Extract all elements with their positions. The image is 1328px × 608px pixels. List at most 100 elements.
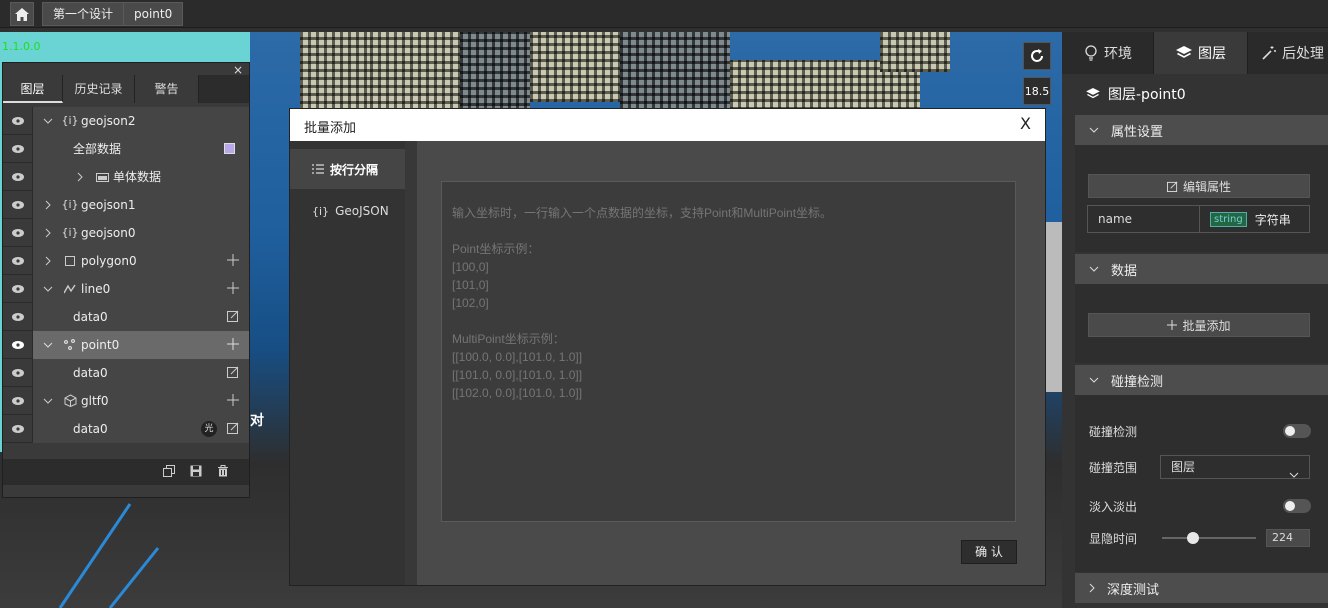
- tab-warnings[interactable]: 警告: [135, 75, 199, 103]
- collision-range-select[interactable]: 图层: [1160, 455, 1310, 479]
- visibility-toggle[interactable]: [3, 274, 33, 303]
- confirm-button[interactable]: 确 认: [961, 540, 1017, 564]
- chevron-right-icon: [1089, 583, 1095, 593]
- edit-properties-button[interactable]: 编辑属性: [1088, 174, 1310, 198]
- layer-row-all-data[interactable]: 全部数据: [3, 134, 249, 163]
- mode-geojson[interactable]: {i} GeoJSON: [290, 191, 405, 231]
- light-badge[interactable]: 光: [201, 420, 217, 437]
- chevron-down-icon[interactable]: [41, 118, 55, 124]
- layer-row-data0[interactable]: data0: [3, 358, 249, 387]
- copy-icon[interactable]: [163, 465, 175, 480]
- geojson-icon: {i}: [312, 204, 330, 218]
- dialog-close-button[interactable]: X: [1020, 114, 1031, 133]
- scene-blue-lines: [58, 503, 160, 608]
- section-properties[interactable]: 属性设置: [1075, 115, 1328, 145]
- eye-icon: [11, 424, 24, 433]
- visibility-toggle[interactable]: [3, 218, 33, 247]
- top-bar: 第一个设计 point0: [0, 0, 1328, 28]
- batch-add-button[interactable]: 批量添加: [1088, 313, 1310, 337]
- layer-row-line0[interactable]: line0: [3, 274, 249, 303]
- chevron-down-icon: [1089, 127, 1099, 133]
- layer-row-data0[interactable]: data0: [3, 302, 249, 331]
- fade-toggle[interactable]: [1283, 499, 1311, 513]
- visibility-toggle[interactable]: [3, 414, 33, 443]
- chevron-down-icon[interactable]: [41, 286, 55, 292]
- layer-row-data0[interactable]: data0 光: [3, 414, 249, 443]
- collision-detect-toggle[interactable]: [1283, 424, 1311, 438]
- layer-row-point0[interactable]: point0: [3, 330, 249, 359]
- chevron-down-icon[interactable]: [41, 342, 55, 348]
- slider-handle[interactable]: [1187, 532, 1200, 544]
- scene-building: [300, 32, 380, 112]
- visibility-toggle[interactable]: [3, 190, 33, 219]
- visibility-toggle[interactable]: [3, 358, 33, 387]
- section-collision[interactable]: 碰撞检测: [1075, 365, 1328, 395]
- chevron-right-icon[interactable]: [41, 256, 55, 266]
- visibility-toggle[interactable]: [3, 246, 33, 275]
- eye-icon: [11, 284, 24, 293]
- mode-by-line[interactable]: 按行分隔: [290, 149, 405, 189]
- add-icon[interactable]: [227, 281, 239, 297]
- refresh-button[interactable]: [1023, 42, 1051, 70]
- color-swatch[interactable]: [224, 142, 235, 154]
- layer-row-geojson1[interactable]: {i} geojson1: [3, 190, 249, 219]
- edit-icon[interactable]: [227, 422, 239, 437]
- chevron-right-icon[interactable]: [41, 200, 55, 210]
- visibility-toggle[interactable]: [3, 162, 33, 191]
- section-collision-body: 碰撞检测 碰撞范围 图层 淡入淡出 显隐时间 224: [1075, 395, 1328, 572]
- tab-layers[interactable]: 图层: [1154, 32, 1248, 74]
- breadcrumb-design[interactable]: 第一个设计: [42, 2, 125, 26]
- eye-icon: [11, 172, 24, 181]
- batch-add-dialog: 批量添加 X 按行分隔 {i} GeoJSON 确 认: [289, 108, 1046, 586]
- section-title: 碰撞检测: [1111, 374, 1164, 390]
- visibility-toggle[interactable]: [3, 302, 33, 331]
- layer-row-polygon0[interactable]: polygon0: [3, 246, 249, 275]
- section-data[interactable]: 数据: [1075, 254, 1328, 284]
- layer-row-geojson0[interactable]: {i} geojson0: [3, 218, 249, 247]
- tab-layers[interactable]: 图层: [3, 75, 63, 103]
- panel-tabs: 环境 图层 后处理: [1062, 32, 1328, 74]
- chevron-right-icon[interactable]: [73, 172, 87, 182]
- geojson-icon: {i}: [61, 226, 79, 239]
- layer-label: geojson0: [81, 225, 136, 240]
- add-icon[interactable]: [227, 393, 239, 409]
- scene-building: [620, 32, 730, 112]
- save-icon[interactable]: [190, 465, 202, 480]
- fade-time-input[interactable]: 224: [1266, 529, 1310, 547]
- home-button[interactable]: [10, 2, 34, 26]
- layer-row-single-data[interactable]: 单体数据: [3, 162, 249, 191]
- mode-label: GeoJSON: [335, 204, 389, 218]
- layer-label: data0: [73, 309, 108, 324]
- field-label: 碰撞范围: [1089, 460, 1138, 475]
- layers-footer: [3, 459, 249, 485]
- edit-icon[interactable]: [227, 310, 239, 325]
- breadcrumb-point0[interactable]: point0: [123, 2, 184, 26]
- coordinates-input[interactable]: [441, 181, 1016, 522]
- eye-icon: [11, 144, 24, 153]
- visibility-toggle[interactable]: [3, 330, 33, 359]
- layer-row-gltf0[interactable]: gltf0: [3, 386, 249, 415]
- add-icon[interactable]: [227, 337, 239, 353]
- tab-environment[interactable]: 环境: [1062, 32, 1154, 74]
- tab-history[interactable]: 历史记录: [63, 75, 135, 103]
- section-depth-test[interactable]: 深度测试: [1075, 573, 1328, 603]
- dialog-divider: [405, 141, 417, 585]
- layer-row-geojson2[interactable]: {i} geojson2: [3, 106, 249, 135]
- tab-postprocess[interactable]: 后处理: [1248, 32, 1328, 74]
- chevron-right-icon[interactable]: [41, 228, 55, 238]
- edit-icon[interactable]: [227, 366, 239, 381]
- visibility-toggle[interactable]: [3, 134, 33, 163]
- chevron-down-icon[interactable]: [41, 398, 55, 404]
- bulb-icon: [1084, 45, 1098, 61]
- visibility-toggle[interactable]: [3, 106, 33, 135]
- trash-icon[interactable]: [217, 465, 229, 480]
- fade-time-slider[interactable]: [1162, 532, 1256, 544]
- mode-label: 按行分隔: [330, 162, 379, 177]
- list-icon: [312, 164, 324, 174]
- add-icon[interactable]: [227, 253, 239, 269]
- select-value: 图层: [1171, 460, 1196, 474]
- folder-icon: [95, 172, 109, 182]
- section-title: 深度测试: [1107, 582, 1160, 598]
- visibility-toggle[interactable]: [3, 386, 33, 415]
- geojson-icon: {i}: [61, 114, 79, 127]
